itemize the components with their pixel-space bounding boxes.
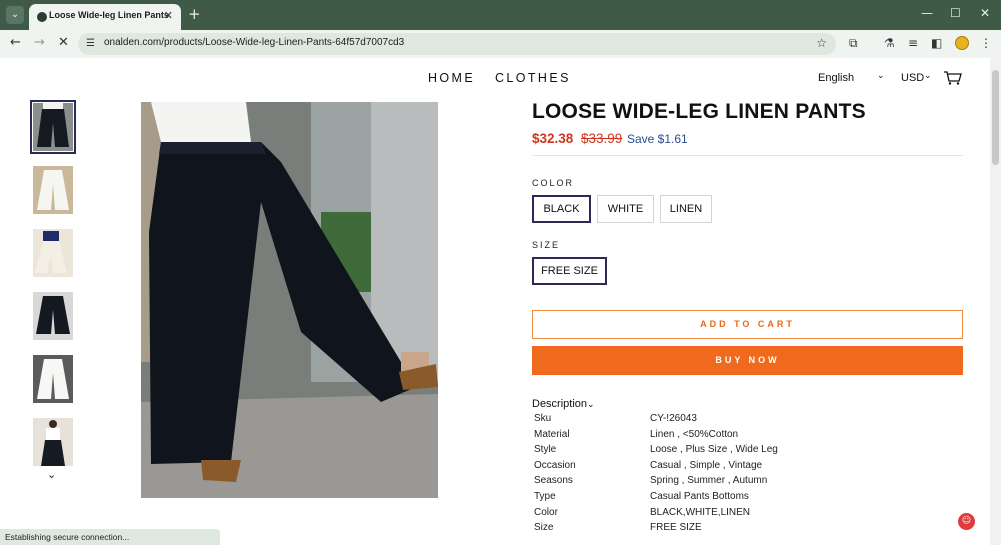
cart-icon[interactable] [944, 71, 962, 85]
scrollbar[interactable] [990, 58, 1001, 545]
reading-mode-icon[interactable]: ≡ [908, 36, 918, 50]
product-photo [33, 103, 73, 151]
currency-select[interactable]: USD [901, 72, 924, 84]
spec-value: BLACK,WHITE,LINEN [650, 506, 751, 518]
main-product-image[interactable] [141, 102, 438, 498]
spec-value: Linen , <50%Cotton [650, 428, 739, 440]
chevron-down-icon: ⌄ [587, 399, 595, 409]
color-option-linen[interactable]: LINEN [660, 195, 712, 223]
chevron-down-icon[interactable]: ⌄ [877, 71, 885, 81]
site-info-icon[interactable]: ☰ [86, 38, 95, 49]
spec-row: Occasion Casual , Simple , Vintage [534, 460, 954, 475]
spec-key: Seasons [534, 475, 573, 487]
spec-row: Style Loose , Plus Size , Wide Leg [534, 444, 954, 459]
spec-value: Spring , Summer , Autumn [650, 475, 768, 487]
forward-icon[interactable]: → [34, 35, 45, 50]
tab-active[interactable]: Loose Wide-leg Linen Pants ✕ [29, 4, 181, 30]
spec-value: Casual , Simple , Vintage [650, 459, 763, 471]
labs-flask-icon[interactable]: ⚗ [884, 36, 895, 50]
minimize-icon[interactable]: — [921, 6, 933, 20]
product-photo [33, 166, 73, 214]
divider [532, 155, 963, 156]
toolbar: ← → ✕ ☰ onalden.com/products/Loose-Wide-… [0, 30, 1001, 58]
spec-key: Size [534, 522, 554, 534]
original-price: $33.99 [581, 131, 623, 146]
spec-row: Sku CY-!26043 [534, 413, 954, 428]
scrollbar-thumb[interactable] [992, 70, 999, 165]
spec-key: Color [534, 506, 558, 518]
bookmark-star-icon[interactable]: ☆ [816, 36, 827, 50]
url-text[interactable]: onalden.com/products/Loose-Wide-leg-Line… [104, 37, 404, 48]
spec-value: Casual Pants Bottoms [650, 491, 749, 502]
product-title: LOOSE WIDE-LEG LINEN PANTS [532, 100, 866, 123]
product-photo [33, 355, 73, 403]
product-photo [33, 229, 73, 277]
product-photo [33, 418, 73, 466]
buy-now-button[interactable]: BUY NOW [532, 346, 963, 375]
thumbnails-next-icon[interactable]: ⌄ [47, 468, 56, 481]
thumbnail-1[interactable] [30, 100, 76, 154]
spec-row: Color BLACK,WHITE,LINEN [534, 507, 954, 522]
new-tab-button[interactable]: + [188, 6, 201, 22]
description-toggle[interactable]: Description⌄ [532, 398, 595, 410]
size-option-free[interactable]: FREE SIZE [532, 257, 607, 285]
add-to-cart-button[interactable]: ADD TO CART [532, 310, 963, 339]
side-panel-icon[interactable]: ◧ [931, 36, 942, 50]
nav-home[interactable]: HOME [428, 71, 475, 85]
status-bar: Establishing secure connection... [0, 529, 220, 545]
nav-clothes[interactable]: CLOTHES [495, 71, 571, 85]
chevron-down-icon[interactable]: ⌄ [924, 71, 932, 81]
spec-key: Sku [534, 413, 552, 424]
spec-row: Type Casual Pants Bottoms [534, 491, 954, 506]
spec-key: Style [534, 444, 557, 456]
spec-key: Material [534, 428, 570, 440]
thumbnail-3[interactable] [33, 229, 73, 277]
profile-avatar[interactable] [955, 36, 969, 50]
spec-key: Type [534, 491, 556, 502]
extensions-icon[interactable]: ⧉ [849, 36, 858, 51]
menu-kebab-icon[interactable]: ⋮ [980, 36, 992, 50]
chat-widget-icon[interactable]: ☺ [958, 513, 975, 530]
spec-row: Size FREE SIZE [534, 522, 954, 537]
address-bar[interactable]: ☰ onalden.com/products/Loose-Wide-leg-Li… [78, 33, 836, 55]
maximize-icon[interactable]: ☐ [950, 6, 961, 20]
stop-loading-icon[interactable]: ✕ [58, 35, 69, 50]
spec-value: FREE SIZE [650, 522, 702, 534]
thumbnail-6[interactable] [33, 418, 73, 466]
savings-text: Save $1.61 [627, 132, 688, 146]
color-option-black[interactable]: BLACK [532, 195, 591, 223]
favicon-icon [37, 12, 47, 22]
product-photo [33, 292, 73, 340]
thumbnail-5[interactable] [33, 355, 73, 403]
back-icon[interactable]: ← [10, 35, 21, 50]
color-label: COLOR [532, 178, 575, 188]
spec-value: CY-!26043 [650, 413, 697, 424]
spec-row: Seasons Spring , Summer , Autumn [534, 475, 954, 490]
description-label: Description [532, 398, 588, 410]
tab-title: Loose Wide-leg Linen Pants [49, 10, 169, 20]
browser-window: { "browser": { "tab_title": "Loose Wide-… [0, 0, 1001, 545]
tab-strip: ⌄ Loose Wide-leg Linen Pants ✕ + — ☐ ✕ [0, 0, 1001, 30]
close-icon[interactable]: ✕ [164, 9, 173, 22]
product-photo [141, 102, 438, 498]
language-select[interactable]: English [818, 72, 854, 84]
spec-row: Material Linen , <50%Cotton [534, 429, 954, 444]
thumbnail-4[interactable] [33, 292, 73, 340]
size-label: SIZE [532, 240, 561, 250]
thumbnail-2[interactable] [33, 166, 73, 214]
spec-value: Loose , Plus Size , Wide Leg [650, 444, 778, 456]
window-close-icon[interactable]: ✕ [980, 6, 990, 20]
sale-price: $32.38 [532, 131, 574, 146]
tab-search-button[interactable]: ⌄ [6, 6, 24, 24]
web-page: HOME CLOTHES English ⌄ USD ⌄ ⌄ LOOSE WID… [0, 58, 990, 545]
spec-key: Occasion [534, 459, 576, 471]
color-option-white[interactable]: WHITE [597, 195, 654, 223]
